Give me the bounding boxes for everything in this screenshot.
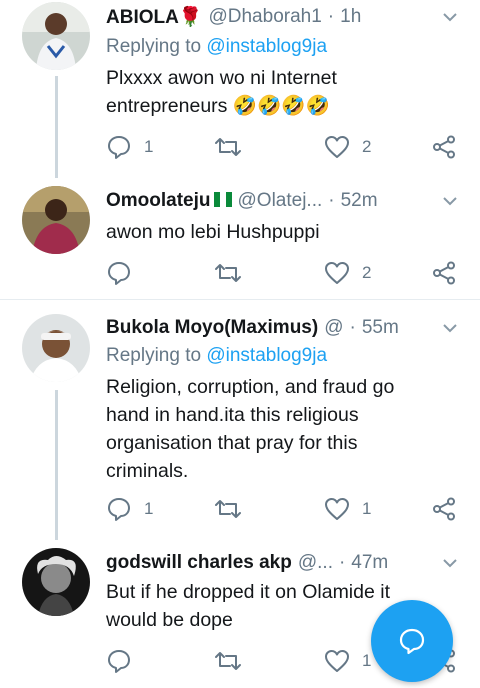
user-handle[interactable]: @Olatej... (238, 190, 323, 212)
display-name[interactable]: Omoolateju (106, 190, 232, 212)
chevron-down-icon[interactable] (442, 9, 458, 25)
like-count: 1 (362, 499, 372, 518)
display-name[interactable]: godswill charles akp (106, 552, 292, 574)
heart-icon (325, 136, 349, 158)
compose-reply-button[interactable] (371, 600, 453, 682)
reply-icon (108, 498, 130, 521)
reply-button[interactable] (106, 258, 144, 288)
replying-to: Replying to @instablog9ja (106, 345, 327, 367)
reply-count: 1 (144, 137, 154, 156)
retweet-button[interactable] (214, 132, 254, 162)
display-name-text: Omoolateju (106, 190, 211, 211)
heart-icon (325, 650, 349, 672)
timestamp[interactable]: 52m (341, 190, 378, 212)
share-icon (433, 261, 455, 285)
nigeria-flag-icon (213, 192, 232, 207)
avatar[interactable] (22, 314, 90, 382)
tweet-text: awon mo lebi Hushpuppi (106, 221, 320, 243)
tweet-text: But if he dropped it on Olamide it would… (106, 581, 390, 631)
share-button[interactable] (432, 132, 456, 162)
compose-reply-icon (399, 628, 425, 655)
retweet-button[interactable] (214, 258, 254, 288)
tweet-text: Religion, corruption, and fraud go hand … (106, 376, 395, 482)
reply-icon (108, 262, 130, 285)
user-handle[interactable]: @Dhaborah1 (208, 6, 321, 28)
heart-icon (325, 498, 349, 520)
reply-button[interactable] (106, 646, 144, 676)
heart-icon (325, 262, 349, 284)
timestamp[interactable]: 1h (340, 6, 361, 28)
avatar[interactable] (22, 2, 90, 70)
tweet-header: ABIOLA🌹 @Dhaborah1 · 1h (106, 2, 464, 32)
replying-to-label: Replying to (106, 36, 207, 57)
like-count: 2 (362, 137, 372, 156)
separator-dot: · (338, 552, 346, 573)
like-count: 1 (362, 651, 372, 670)
timestamp[interactable]: 55m (362, 317, 399, 339)
separator-dot: · (328, 190, 335, 211)
like-count: 2 (362, 263, 372, 282)
like-button[interactable]: 1 (324, 494, 371, 524)
like-button[interactable]: 2 (324, 258, 371, 288)
tweet-actions: 1 1 (106, 494, 466, 524)
like-button[interactable]: 2 (324, 132, 371, 162)
retweet-icon (215, 264, 241, 282)
chevron-down-icon[interactable] (442, 555, 458, 571)
reply-button[interactable]: 1 (106, 132, 153, 162)
tweet-header: Omoolateju @Olatej... · 52m (106, 186, 464, 216)
replying-to: Replying to @instablog9ja (106, 36, 327, 58)
tweet-actions: 2 (106, 258, 466, 288)
retweet-button[interactable] (214, 646, 254, 676)
share-button[interactable] (432, 258, 456, 288)
share-button[interactable] (432, 494, 456, 524)
tweet-header: godswill charles akp @... · 47m (106, 548, 464, 578)
tweet-3[interactable]: Bukola Moyo(Maximus) @ · 55m Replying to… (0, 300, 480, 540)
reply-icon (108, 136, 130, 159)
avatar[interactable] (22, 548, 90, 616)
retweet-button[interactable] (214, 494, 254, 524)
user-handle[interactable]: @ (324, 317, 343, 339)
replying-to-handle[interactable]: @instablog9ja (206, 345, 327, 366)
thread-line (55, 390, 58, 540)
share-icon (433, 135, 455, 159)
reply-icon (108, 650, 130, 673)
replying-to-handle[interactable]: @instablog9ja (206, 36, 327, 57)
tweet-header: Bukola Moyo(Maximus) @ · 55m (106, 313, 464, 343)
share-icon (433, 497, 455, 521)
chevron-down-icon[interactable] (442, 193, 458, 209)
separator-dot: · (327, 6, 335, 27)
like-button[interactable]: 1 (324, 646, 371, 676)
retweet-icon (215, 138, 241, 156)
tweet-actions: 1 2 (106, 132, 466, 162)
reply-count: 1 (144, 499, 154, 518)
timestamp[interactable]: 47m (351, 552, 388, 574)
thread-line (55, 76, 58, 178)
tweet-1[interactable]: ABIOLA🌹 @Dhaborah1 · 1h Replying to @ins… (0, 0, 480, 178)
replying-to-label: Replying to (106, 345, 207, 366)
display-name[interactable]: ABIOLA🌹 (106, 5, 202, 29)
user-handle[interactable]: @... (298, 552, 333, 574)
retweet-icon (215, 500, 241, 518)
tweet-text: Plxxxx awon wo ni Internet entrepreneurs… (106, 67, 337, 117)
separator-dot: · (349, 317, 356, 338)
display-name[interactable]: Bukola Moyo(Maximus) (106, 317, 318, 339)
avatar[interactable] (22, 186, 90, 254)
reply-button[interactable]: 1 (106, 494, 153, 524)
chevron-down-icon[interactable] (442, 320, 458, 336)
retweet-icon (215, 652, 241, 670)
tweet-2[interactable]: Omoolateju @Olatej... · 52m awon mo lebi… (0, 172, 480, 300)
